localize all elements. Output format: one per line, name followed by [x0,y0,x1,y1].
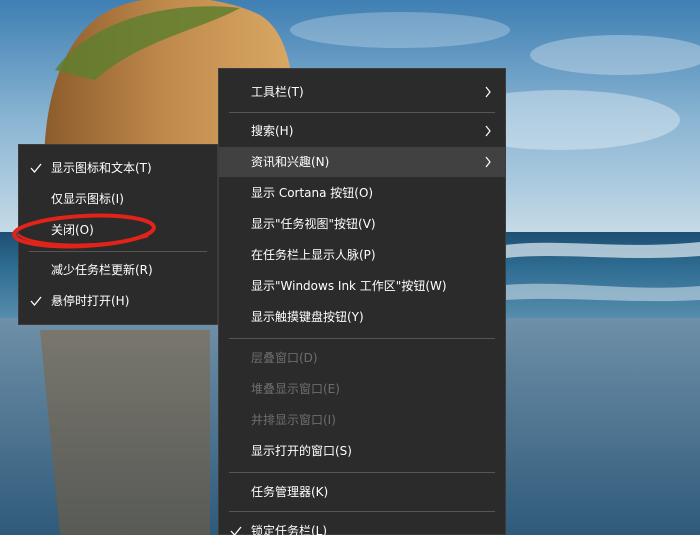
menu-item-label: 显示打开的窗口(S) [251,444,352,458]
menu-item-toolbar[interactable]: 工具栏(T) [219,77,505,107]
menu-item-cascade-windows: 层叠窗口(D) [219,343,505,373]
submenu-item-reduce-updates[interactable]: 减少任务栏更新(R) [19,255,217,285]
red-circle-annotation [12,213,156,249]
checkmark-icon [230,526,242,537]
menu-item-task-manager[interactable]: 任务管理器(K) [219,477,505,507]
menu-item-label: 锁定任务栏(L) [251,524,328,538]
menu-item-label: 仅显示图标(I) [51,192,124,206]
menu-separator [229,511,495,512]
menu-item-show-touch-keyboard[interactable]: 显示触摸键盘按钮(Y) [219,302,505,332]
menu-item-label: 并排显示窗口(I) [251,413,336,427]
menu-item-label: 搜索(H) [251,124,294,138]
menu-item-label: 显示 Cortana 按钮(O) [251,186,374,200]
menu-item-label: 资讯和兴趣(N) [251,155,330,169]
menu-item-label: 减少任务栏更新(R) [51,263,153,277]
menu-item-news-interests[interactable]: 资讯和兴趣(N) [219,147,505,177]
menu-item-show-people[interactable]: 在任务栏上显示人脉(P) [219,240,505,270]
menu-item-label: 层叠窗口(D) [251,351,318,365]
menu-item-stack-windows: 堆叠显示窗口(E) [219,374,505,404]
menu-item-label: 显示触摸键盘按钮(Y) [251,310,364,324]
menu-item-show-cortana[interactable]: 显示 Cortana 按钮(O) [219,178,505,208]
menu-item-show-windows-ink[interactable]: 显示"Windows Ink 工作区"按钮(W) [219,271,505,301]
menu-item-label: 显示"任务视图"按钮(V) [251,217,376,231]
menu-item-label: 堆叠显示窗口(E) [251,382,340,396]
menu-separator [229,338,495,339]
checkmark-icon [30,296,42,307]
menu-item-show-desktop-windows[interactable]: 显示打开的窗口(S) [219,436,505,466]
menu-item-label: 工具栏(T) [251,85,304,99]
chevron-right-icon [485,86,491,98]
menu-item-label: 显示图标和文本(T) [51,161,152,175]
taskbar-context-menu: 工具栏(T) 搜索(H) 资讯和兴趣(N) 显示 Cortana 按钮(O) 显… [218,68,506,538]
menu-item-label: 在任务栏上显示人脉(P) [251,248,376,262]
menu-item-lock-taskbar[interactable]: 锁定任务栏(L) [219,516,505,546]
menu-item-label: 任务管理器(K) [251,485,329,499]
menu-separator [229,472,495,473]
chevron-right-icon [485,156,491,168]
menu-item-search[interactable]: 搜索(H) [219,116,505,146]
menu-item-side-by-side-windows: 并排显示窗口(I) [219,405,505,435]
chevron-right-icon [485,125,491,137]
submenu-item-open-on-hover[interactable]: 悬停时打开(H) [19,286,217,316]
checkmark-icon [30,163,42,174]
menu-separator [229,112,495,113]
menu-item-show-task-view[interactable]: 显示"任务视图"按钮(V) [219,209,505,239]
menu-item-label: 显示"Windows Ink 工作区"按钮(W) [251,279,447,293]
menu-item-label: 悬停时打开(H) [51,294,130,308]
submenu-item-show-icon-text[interactable]: 显示图标和文本(T) [19,153,217,183]
